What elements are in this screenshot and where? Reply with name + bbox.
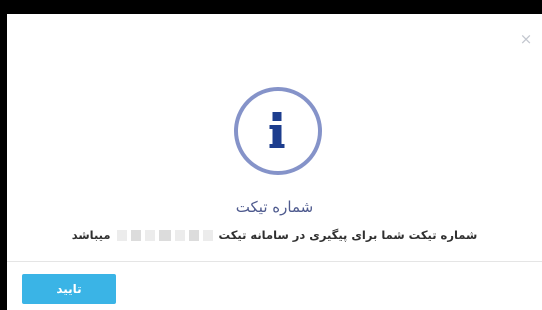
info-icon: [234, 87, 322, 175]
message-prefix: شماره تیکت شما برای پیگیری در سامانه تیک…: [218, 228, 478, 242]
ticket-dialog: × شماره تیکت شماره تیکت شما برای پیگیری …: [7, 14, 542, 310]
close-icon[interactable]: ×: [519, 32, 533, 47]
dialog-title: شماره تیکت: [235, 198, 314, 216]
message-suffix: میباشد: [71, 228, 111, 242]
confirm-button[interactable]: تایید: [22, 274, 116, 304]
footer-divider: [7, 261, 542, 262]
dialog-message: شماره تیکت شما برای پیگیری در سامانه تیک…: [7, 228, 542, 242]
ticket-number-redacted: [110, 228, 214, 242]
